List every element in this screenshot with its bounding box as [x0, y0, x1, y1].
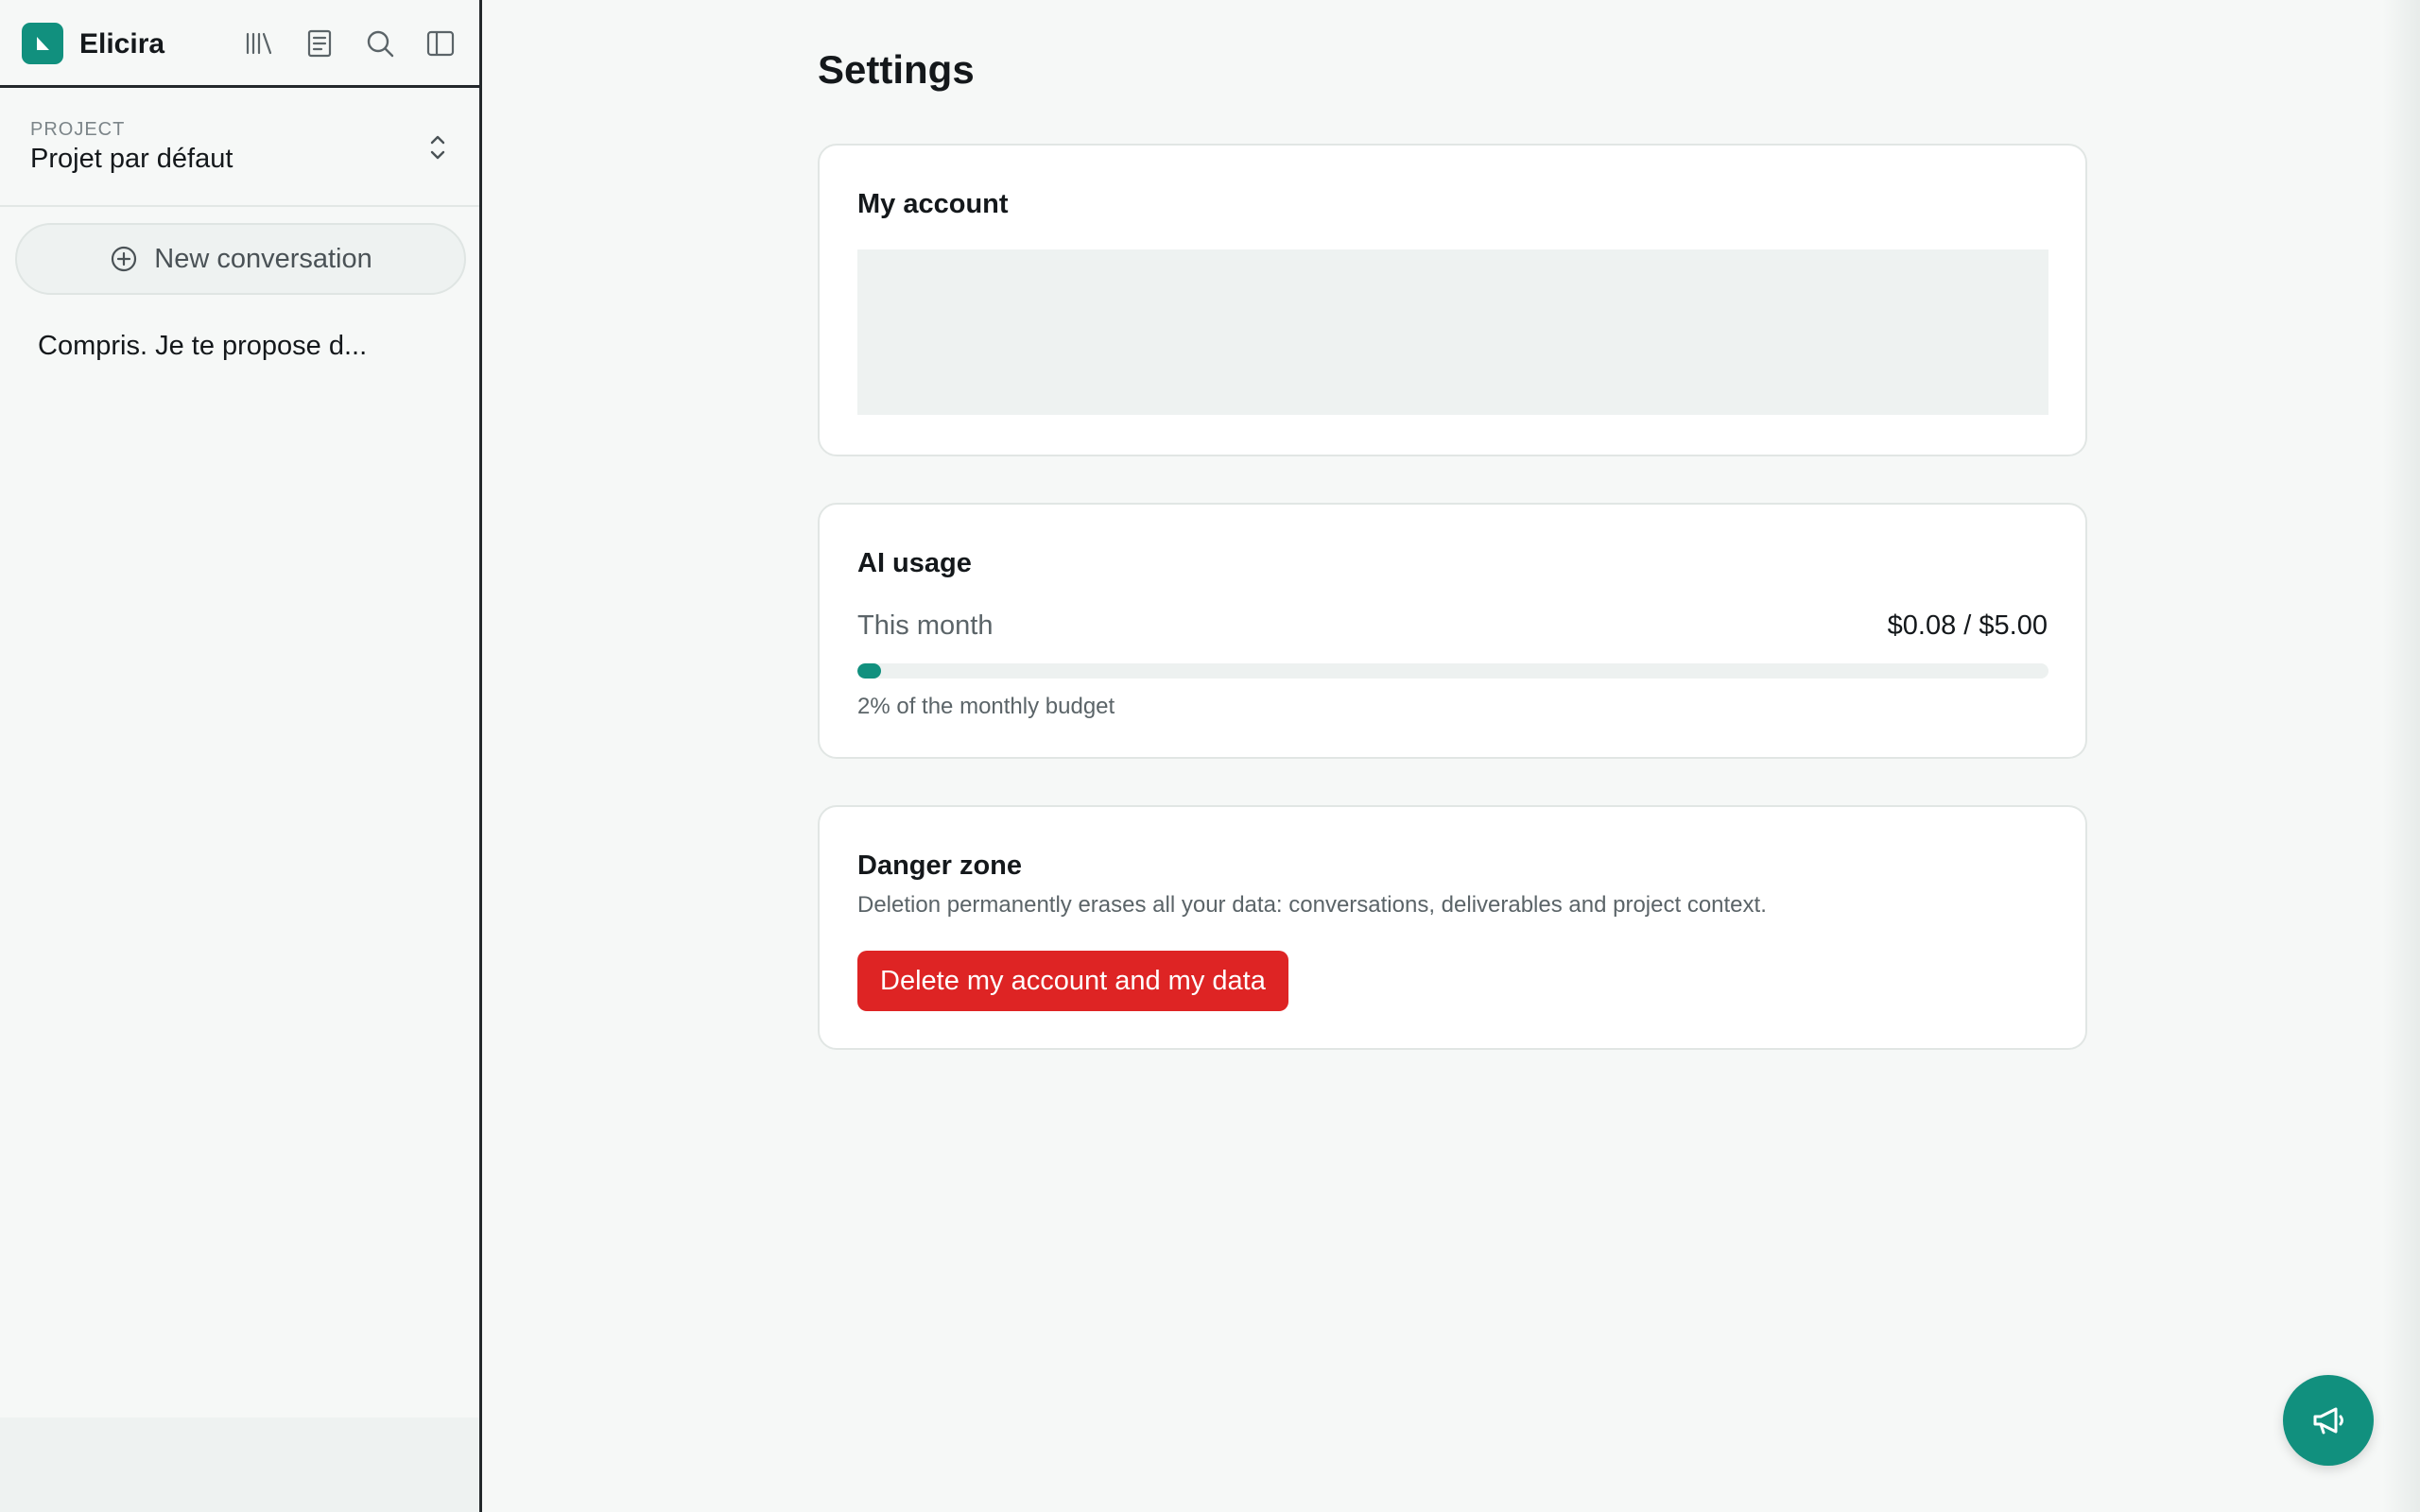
logo-icon — [37, 37, 49, 50]
feedback-button[interactable] — [2283, 1375, 2374, 1466]
megaphone-icon — [2313, 1407, 2343, 1435]
card-title: AI usage — [857, 548, 972, 578]
notebook-icon[interactable] — [302, 26, 337, 60]
app-brand: Elicira — [79, 28, 165, 60]
usage-period-label: This month — [857, 610, 994, 641]
right-edge-shadow — [2382, 0, 2420, 1512]
new-conversation-button[interactable]: New conversation — [15, 223, 466, 295]
app-window: Elicira PROJECT Projet par défaut New co… — [0, 0, 2420, 1512]
library-icon[interactable] — [242, 26, 276, 60]
project-name: Projet par défaut — [30, 144, 233, 174]
sidebar-toggle-icon[interactable] — [424, 26, 458, 60]
account-placeholder — [857, 249, 2048, 415]
danger-description: Deletion permanently erases all your dat… — [857, 892, 1767, 918]
conversation-item[interactable]: Compris. Je te propose d... — [38, 331, 454, 362]
app-logo[interactable] — [22, 23, 63, 64]
project-selector[interactable]: PROJECT Projet par défaut — [0, 91, 479, 207]
card-title: My account — [857, 189, 1009, 219]
danger-zone-card: Danger zone Deletion permanently erases … — [818, 805, 2087, 1050]
page-title: Settings — [818, 47, 975, 92]
usage-progress-fill — [857, 663, 882, 679]
main-content: Settings My account AI usage This month … — [485, 0, 2420, 1512]
new-conversation-label: New conversation — [154, 243, 372, 274]
sidebar-header: Elicira — [0, 0, 479, 88]
sidebar: Elicira PROJECT Projet par défaut New co… — [0, 0, 482, 1512]
usage-progress-bar — [857, 663, 2048, 679]
chevron-up-down-icon[interactable] — [422, 130, 454, 164]
sidebar-footer — [0, 1418, 479, 1512]
project-label: PROJECT — [30, 119, 126, 140]
ai-usage-card: AI usage This month $0.08 / $5.00 2% of … — [818, 503, 2087, 759]
usage-note: 2% of the monthly budget — [857, 694, 1115, 719]
usage-value: $0.08 / $5.00 — [1887, 610, 2048, 641]
search-icon[interactable] — [363, 26, 397, 60]
my-account-card: My account — [818, 144, 2087, 456]
delete-account-button[interactable]: Delete my account and my data — [857, 951, 1288, 1011]
plus-circle-icon — [112, 246, 137, 272]
card-title: Danger zone — [857, 850, 1023, 881]
